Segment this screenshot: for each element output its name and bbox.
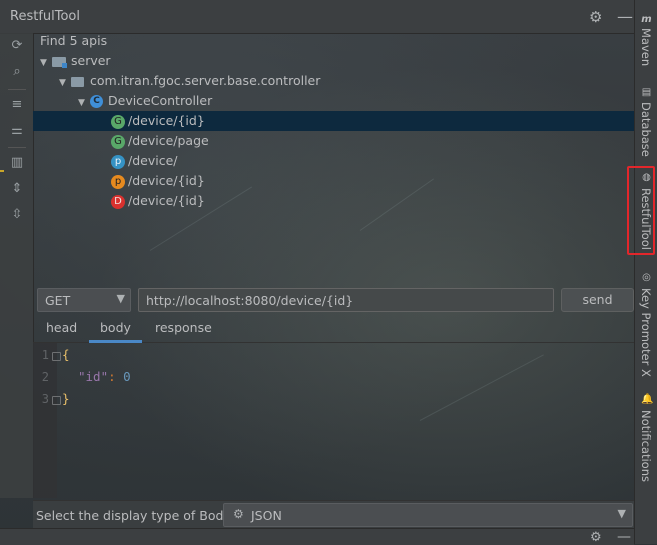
minimize-icon[interactable]: — — [617, 529, 631, 545]
tool-window-maven[interactable]: m Maven — [635, 6, 657, 76]
endpoint-get-device-page[interactable]: G/device/page — [111, 131, 209, 151]
settings-filter-icon[interactable]: ⚌ — [9, 123, 25, 139]
minimize-icon[interactable]: — — [617, 9, 633, 25]
left-toolbar: ⟳ ⌕ ≡ ⚌ ▥ ⇕ ⇳ — [0, 33, 34, 498]
editor-gutter: 1 2 3 — [33, 343, 61, 498]
chevron-down-icon[interactable]: ▼ — [59, 73, 71, 93]
module-folder-icon — [52, 56, 67, 68]
maven-icon: m — [641, 14, 652, 25]
filter-icon[interactable]: ≡ — [9, 97, 25, 113]
class-icon: C — [90, 95, 103, 108]
endpoint-put-device-id[interactable]: p/device/{id} — [111, 171, 205, 191]
toolbar-divider — [8, 89, 26, 90]
tab-body[interactable]: body — [100, 320, 131, 335]
http-method-select[interactable]: GET ▼ — [37, 288, 131, 312]
tree-node-module[interactable]: ▼ server — [40, 51, 111, 71]
search-icon[interactable]: ⌕ — [9, 64, 25, 80]
line-number: 2 — [41, 370, 49, 384]
url-input[interactable]: http://localhost:8080/device/{id} — [138, 288, 554, 312]
tab-response[interactable]: response — [155, 320, 212, 335]
endpoint-delete-device-id[interactable]: D/device/{id} — [111, 191, 205, 211]
expand-all-icon[interactable]: ⇕ — [9, 181, 25, 197]
bell-icon: 🔔 — [641, 394, 654, 405]
send-button[interactable]: send — [561, 288, 634, 312]
chevron-down-icon: ▼ — [116, 292, 125, 305]
body-type-label: Select the display type of Body: — [36, 508, 235, 523]
tab-head[interactable]: head — [46, 320, 77, 335]
code-line-2: "id": 0 — [78, 369, 131, 384]
restfultool-tab-highlight — [627, 166, 655, 255]
fold-marker-icon[interactable] — [52, 352, 61, 361]
endpoint-post-device[interactable]: p/device/ — [111, 151, 177, 171]
tool-window-database[interactable]: ▤ Database — [635, 82, 657, 162]
fold-marker-icon[interactable] — [52, 396, 61, 405]
line-number: 1 — [41, 348, 49, 362]
chevron-down-icon: ▼ — [617, 507, 626, 520]
tool-window-header: RestfulTool ⚙ — — [0, 0, 634, 34]
body-editor[interactable]: 1 2 3 { "id": 0 } — [33, 343, 634, 498]
gear-icon[interactable]: ⚙ — [590, 530, 602, 545]
lower-panel-header: ⚙ — — [0, 528, 634, 545]
editor-edge-marker — [0, 170, 4, 172]
code-close-brace: } — [62, 391, 70, 406]
api-summary: Find 5 apis — [40, 33, 108, 48]
chevron-down-icon[interactable]: ▼ — [40, 53, 52, 73]
body-type-select[interactable]: ⚙ JSON ▼ — [223, 503, 633, 527]
tool-window-notifications[interactable]: 🔔 Notifications — [635, 390, 657, 485]
request-tabs: head body response — [33, 316, 634, 343]
json-icon: ⚙ — [233, 507, 244, 521]
endpoint-get-device-id[interactable]: G/device/{id} — [111, 111, 205, 131]
get-method-icon: G — [111, 114, 125, 129]
database-icon: ▤ — [641, 87, 652, 98]
tree-node-package[interactable]: ▼ com.itran.fgoc.server.base.controller — [59, 71, 320, 91]
toolbar-divider — [8, 147, 26, 148]
body-type-bar: Select the display type of Body: ⚙ JSON … — [33, 500, 634, 529]
key-promoter-icon: ◎ — [642, 272, 651, 283]
post-method-icon: p — [111, 154, 125, 169]
collapse-all-icon[interactable]: ⇳ — [9, 207, 25, 223]
tool-window-key-promoter-x[interactable]: ◎ Key Promoter X — [635, 268, 657, 378]
bars-icon[interactable]: ▥ — [9, 155, 25, 171]
code-open-brace: { — [62, 347, 70, 362]
package-icon — [71, 76, 84, 87]
line-number: 3 — [41, 392, 49, 406]
chevron-down-icon[interactable]: ▼ — [78, 93, 90, 113]
right-tool-window-bar: m Maven ▤ Database ◍ RestfulTool ◎ Key P… — [634, 0, 657, 544]
gear-icon[interactable]: ⚙ — [589, 9, 605, 25]
tool-window-title: RestfulTool — [10, 9, 80, 24]
put-method-icon: p — [111, 174, 125, 189]
delete-method-icon: D — [111, 194, 125, 209]
tree-node-controller[interactable]: ▼ C DeviceController — [78, 91, 212, 111]
refresh-icon[interactable]: ⟳ — [9, 38, 25, 54]
get-method-icon: G — [111, 134, 125, 149]
request-bar: GET ▼ http://localhost:8080/device/{id} … — [33, 286, 634, 314]
